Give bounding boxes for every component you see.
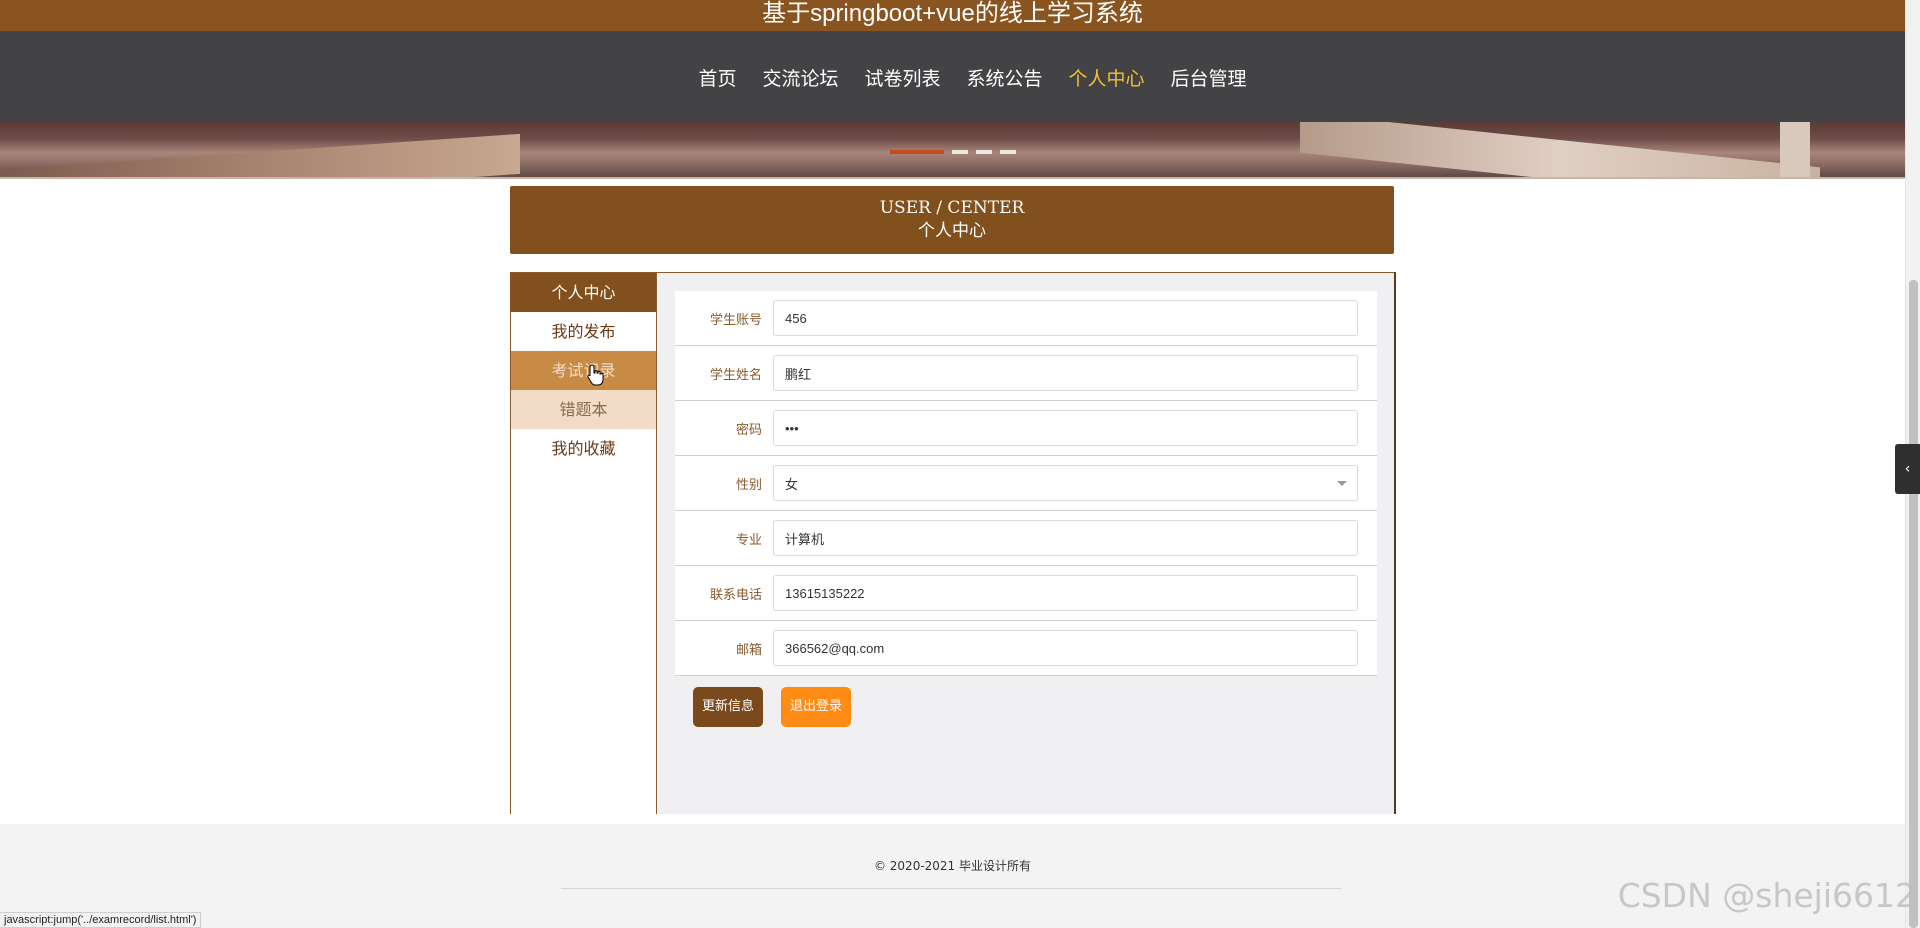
footer-divider — [561, 888, 1341, 889]
password-input[interactable]: ••• — [773, 410, 1358, 446]
watermark: CSDN @sheji6612 — [1617, 876, 1916, 915]
sidebar-item-my-posts[interactable]: 我的发布 — [511, 312, 656, 351]
email-label: 邮箱 — [735, 642, 762, 658]
nav-home[interactable]: 首页 — [686, 64, 748, 91]
user-center-panel: 个人中心 我的发布 考试记录 错题本 我的收藏 学生账号 456 学生姓名 鹏红… — [510, 272, 1396, 814]
nav-user-center[interactable]: 个人中心 — [1057, 64, 1157, 91]
nav-forum[interactable]: 交流论坛 — [750, 64, 850, 91]
sidebar-item-wrong-questions[interactable]: 错题本 — [511, 390, 656, 429]
form-row-password: 密码 ••• — [675, 401, 1377, 456]
hand-pointer-icon — [587, 364, 604, 386]
banner-divider — [0, 177, 1905, 179]
main-nav: 首页 交流论坛 试卷列表 系统公告 个人中心 后台管理 — [0, 32, 1905, 122]
gender-label: 性别 — [735, 477, 762, 493]
profile-form: 学生账号 456 学生姓名 鹏红 密码 ••• 性别 女 专业 计算机 联系电话… — [675, 291, 1377, 676]
carousel-dot-3[interactable] — [976, 150, 992, 154]
status-link-preview: javascript:jump('../examrecord/list.html… — [0, 912, 202, 928]
carousel-dot-2[interactable] — [952, 150, 968, 154]
nav-announcements[interactable]: 系统公告 — [955, 64, 1055, 91]
form-row-email: 邮箱 366562@qq.com — [675, 621, 1377, 676]
nav-admin[interactable]: 后台管理 — [1159, 64, 1259, 91]
section-header: USER / CENTER 个人中心 — [510, 186, 1394, 254]
logout-button[interactable]: 退出登录 — [781, 687, 852, 727]
sidebar-item-favorites[interactable]: 我的收藏 — [511, 429, 656, 468]
gender-select[interactable]: 女 — [773, 465, 1358, 501]
password-label: 密码 — [735, 422, 762, 438]
major-input[interactable]: 计算机 — [773, 520, 1358, 556]
carousel-dot-1[interactable] — [890, 150, 944, 154]
phone-input[interactable]: 13615135222 — [773, 575, 1358, 611]
form-row-gender: 性别 女 — [675, 456, 1377, 511]
copyright-text: © 2020-2021 毕业设计所有 — [873, 859, 1032, 873]
form-row-name: 学生姓名 鹏红 — [675, 346, 1377, 401]
carousel-dot-4[interactable] — [1000, 150, 1016, 154]
name-input[interactable]: 鹏红 — [773, 355, 1358, 391]
banner-image-desk-left — [0, 133, 520, 178]
chevron-left-icon[interactable]: ‹ — [1895, 444, 1920, 494]
form-actions: 更新信息 退出登录 — [693, 687, 852, 727]
form-row-major: 专业 计算机 — [675, 511, 1377, 566]
nav-exam-list[interactable]: 试卷列表 — [852, 64, 952, 91]
caret-down-icon — [1337, 481, 1347, 486]
update-info-button[interactable]: 更新信息 — [693, 687, 764, 727]
sidebar-item-exam-records[interactable]: 考试记录 — [511, 351, 656, 390]
phone-label: 联系电话 — [709, 587, 762, 603]
account-label: 学生账号 — [709, 312, 762, 328]
sidebar: 个人中心 我的发布 考试记录 错题本 我的收藏 — [511, 273, 657, 814]
banner-image-chair — [1780, 122, 1810, 178]
site-title: 基于springboot+vue的线上学习系统 — [762, 0, 1143, 27]
form-row-phone: 联系电话 13615135222 — [675, 566, 1377, 621]
major-label: 专业 — [735, 532, 762, 548]
profile-content: 学生账号 456 学生姓名 鹏红 密码 ••• 性别 女 专业 计算机 联系电话… — [658, 273, 1394, 814]
scrollbar-thumb[interactable] — [1909, 280, 1918, 928]
gender-selected-value: 女 — [785, 476, 799, 492]
banner-image-desk-right — [1300, 122, 1820, 178]
section-title-en: USER / CENTER — [879, 198, 1025, 218]
carousel-indicators — [890, 150, 1016, 154]
banner-carousel — [0, 122, 1905, 178]
account-input[interactable]: 456 — [773, 300, 1358, 336]
name-label: 学生姓名 — [709, 367, 762, 383]
form-row-account: 学生账号 456 — [675, 291, 1377, 346]
email-input[interactable]: 366562@qq.com — [773, 630, 1358, 666]
title-bar: 基于springboot+vue的线上学习系统 — [0, 0, 1905, 32]
section-title-zh: 个人中心 — [918, 221, 986, 241]
sidebar-item-user-center[interactable]: 个人中心 — [511, 273, 656, 312]
